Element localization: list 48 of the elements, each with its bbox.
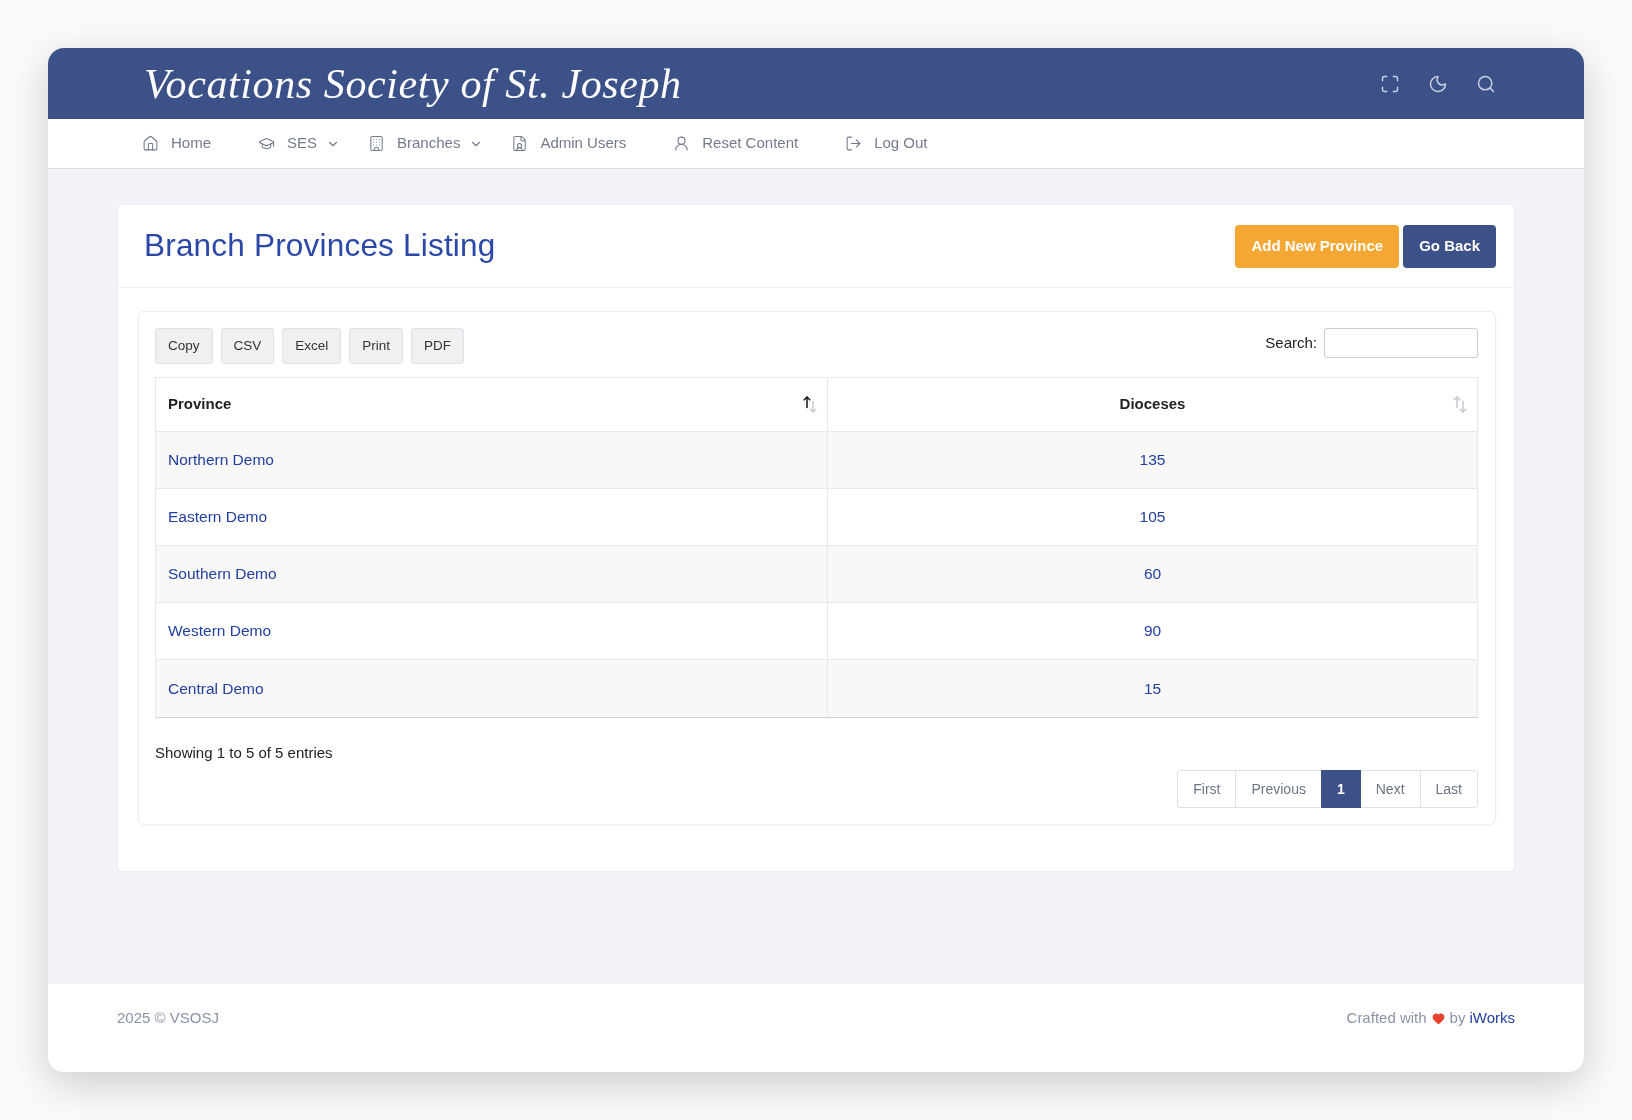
user-icon [673, 135, 691, 152]
export-button[interactable]: Excel [282, 328, 342, 364]
dioceses-link[interactable]: 135 [1139, 448, 1166, 472]
dioceses-link[interactable]: 60 [1143, 562, 1162, 586]
page-button[interactable]: Next [1359, 770, 1421, 808]
province-link[interactable]: Central Demo [168, 676, 264, 701]
province-link[interactable]: Western Demo [168, 619, 272, 643]
credit-text: by [1449, 1008, 1466, 1028]
page-button[interactable]: Previous [1235, 770, 1322, 808]
export-button[interactable]: PDF [411, 328, 465, 364]
credit-link[interactable]: iWorks [1469, 1007, 1515, 1030]
page-button[interactable]: Last [1419, 770, 1478, 808]
page-title: Branch Provinces Listing [144, 230, 496, 262]
nav-item[interactable]: Home [142, 132, 211, 155]
copyright-text: 2025 © VSOSJ [117, 1008, 219, 1028]
dioceses-link[interactable]: 105 [1139, 505, 1166, 529]
page-button[interactable]: First [1177, 770, 1237, 808]
column-header[interactable]: Province [156, 378, 828, 431]
search-field[interactable] [1324, 328, 1478, 358]
dioceses-link[interactable]: 15 [1143, 676, 1162, 701]
search-label: Search: [1265, 332, 1317, 353]
building-icon [368, 135, 386, 152]
site-title: Vocations Society of St. Joseph [144, 62, 682, 105]
fullscreen-icon[interactable] [1380, 73, 1400, 94]
nav-item[interactable]: SES [258, 132, 341, 155]
province-link[interactable]: Southern Demo [168, 562, 277, 586]
table-info: Showing 1 to 5 of 5 entries [155, 744, 333, 761]
credit-text: Crafted with [1346, 1008, 1427, 1028]
nav-item[interactable]: Admin Users [511, 132, 627, 155]
export-button[interactable]: Copy [155, 328, 213, 364]
nav-item[interactable]: Branches [368, 132, 484, 155]
search-icon[interactable] [1476, 73, 1496, 94]
home-icon [142, 135, 159, 152]
nav-item[interactable]: Reset Content [673, 132, 799, 155]
heart-icon [1431, 1011, 1445, 1025]
page-button[interactable]: 1 [1320, 770, 1361, 808]
export-button[interactable]: Print [349, 328, 404, 364]
moon-icon[interactable] [1428, 73, 1448, 94]
nav-item[interactable]: Log Out [845, 132, 928, 155]
province-link[interactable]: Northern Demo [168, 448, 274, 472]
graduation-cap-icon [258, 135, 275, 152]
province-link[interactable]: Eastern Demo [168, 505, 268, 529]
file-user-icon [511, 135, 529, 152]
dioceses-link[interactable]: 90 [1143, 619, 1162, 643]
column-header[interactable]: Dioceses [828, 378, 1477, 431]
action-button[interactable]: Go Back [1403, 224, 1496, 268]
logout-icon [845, 135, 863, 152]
export-button[interactable]: CSV [220, 328, 275, 364]
